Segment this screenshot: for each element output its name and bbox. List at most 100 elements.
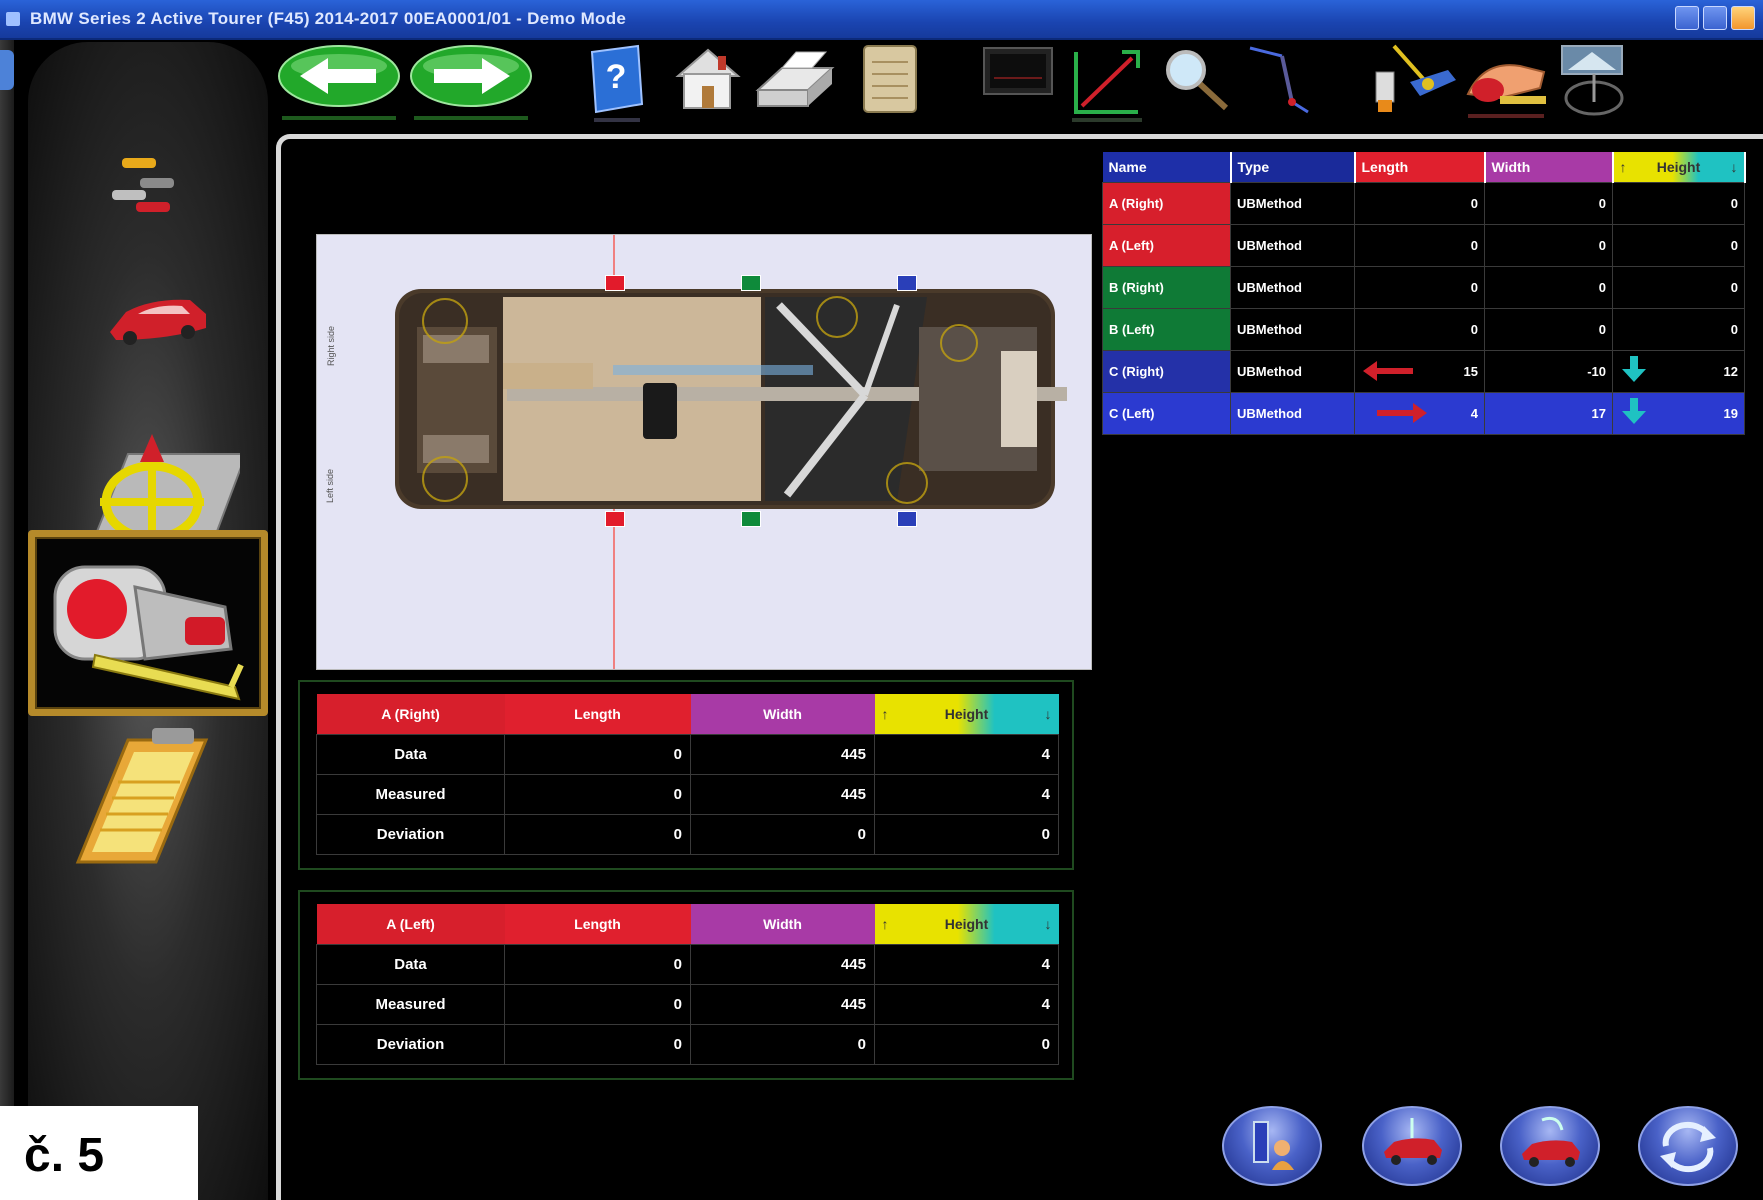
point-length: 0	[1354, 266, 1485, 309]
underbody-diagram[interactable]: Right side Left side	[316, 234, 1092, 670]
table-row[interactable]: A (Left) UBMethod 0 0 0	[1102, 224, 1745, 267]
col-header-length[interactable]: Length	[1354, 152, 1486, 183]
value-length: 0	[504, 1024, 691, 1065]
point-length: 4	[1354, 392, 1485, 435]
height-up-arrow-icon: ↑	[881, 706, 889, 722]
sidebar-item-report[interactable]	[56, 722, 240, 872]
col-header-height[interactable]: ↑ Height ↓	[1612, 152, 1746, 183]
side-label-right: Right side	[326, 325, 337, 367]
value-width: 445	[690, 734, 875, 775]
help-button[interactable]: ?	[586, 42, 648, 126]
print-icon	[755, 51, 835, 107]
vehicle-icon	[110, 299, 206, 345]
point-height: 0	[1612, 224, 1745, 267]
row-label: Data	[316, 734, 505, 775]
report-clipboard-icon	[75, 728, 209, 864]
point-width: 0	[1484, 182, 1613, 225]
row-label: Data	[316, 944, 505, 985]
detail-table-header: A (Right) Length Width ↑ Height ↓	[316, 694, 1059, 735]
value-height: 4	[874, 734, 1059, 775]
point-length-value: 4	[1470, 406, 1478, 421]
marker-a-right[interactable]	[605, 275, 625, 291]
length-deviation-arrow-icon	[1377, 403, 1427, 423]
value-width: 445	[690, 944, 875, 985]
table-row: Measured 0 445 4	[316, 984, 1059, 1025]
detail-table-a-left: A (Left) Length Width ↑ Height ↓ Data 0 …	[316, 904, 1059, 1065]
value-length: 0	[504, 734, 691, 775]
point-width: -10	[1484, 350, 1613, 393]
forward-icon	[410, 45, 532, 120]
notes-button[interactable]	[854, 42, 924, 126]
marker-b-left[interactable]	[741, 511, 761, 527]
point-name: B (Left)	[1102, 308, 1231, 351]
home-button[interactable]	[672, 42, 742, 126]
maximize-icon[interactable]	[1703, 6, 1727, 30]
col-header-name[interactable]: Name	[1102, 152, 1232, 183]
close-icon[interactable]	[1731, 6, 1755, 30]
detail-table-a-right: A (Right) Length Width ↑ Height ↓ Data 0…	[316, 694, 1059, 855]
point-name: C (Left)	[1102, 392, 1231, 435]
height-deviation-arrow-icon	[1622, 398, 1646, 424]
point-type: UBMethod	[1230, 308, 1355, 351]
car-lift-button[interactable]	[1362, 1106, 1462, 1186]
sidebar-item-measurement[interactable]	[28, 530, 268, 716]
detail-height-label: Height	[944, 706, 989, 722]
table-row[interactable]: B (Left) UBMethod 0 0 0	[1102, 308, 1745, 351]
measure-diagonal-button[interactable]	[1066, 42, 1148, 126]
bracket-tool-icon	[1375, 44, 1456, 112]
sidebar-item-vehicle-selection[interactable]	[56, 98, 240, 248]
height-header-label: Height	[1656, 159, 1701, 175]
row-label: Deviation	[316, 814, 505, 855]
camera-target-button[interactable]	[1554, 42, 1628, 126]
scroll-handle[interactable]	[0, 50, 14, 90]
tape-measure-button[interactable]	[1460, 42, 1552, 126]
row-label: Measured	[316, 774, 505, 815]
point-length-value: 15	[1463, 364, 1478, 379]
minimize-icon[interactable]	[1675, 6, 1699, 30]
back-button[interactable]	[276, 42, 402, 126]
marker-c-right[interactable]	[897, 275, 917, 291]
zoom-button[interactable]	[1158, 42, 1232, 126]
operator-button[interactable]	[1222, 1106, 1322, 1186]
app-icon[interactable]	[6, 12, 20, 26]
detail-point-name: A (Right)	[316, 694, 505, 735]
back-icon	[278, 45, 400, 120]
value-height: 0	[874, 1024, 1059, 1065]
point-name: A (Right)	[1102, 182, 1231, 225]
marker-c-left[interactable]	[897, 511, 917, 527]
detail-col-width: Width	[690, 904, 875, 945]
point-height: 0	[1612, 266, 1745, 309]
monitor-icon	[983, 47, 1053, 95]
col-header-type[interactable]: Type	[1230, 152, 1356, 183]
table-row[interactable]: A (Right) UBMethod 0 0 0	[1102, 182, 1745, 225]
table-row[interactable]: B (Right) UBMethod 0 0 0	[1102, 266, 1745, 309]
sidebar-item-vehicle[interactable]	[56, 236, 240, 386]
value-height: 0	[874, 814, 1059, 855]
refresh-icon	[1660, 1121, 1716, 1173]
table-row: Measured 0 445 4	[316, 774, 1059, 815]
point-height: 12	[1612, 350, 1745, 393]
row-label: Deviation	[316, 1024, 505, 1065]
marker-a-left[interactable]	[605, 511, 625, 527]
monitor-button[interactable]	[980, 42, 1056, 126]
camera-target-icon	[1561, 45, 1624, 116]
print-button[interactable]	[752, 42, 836, 126]
point-width: 0	[1484, 266, 1613, 309]
value-length: 0	[504, 944, 691, 985]
marker-b-right[interactable]	[741, 275, 761, 291]
sidebar-item-reference-points[interactable]	[56, 394, 248, 544]
refresh-button[interactable]	[1638, 1106, 1738, 1186]
col-header-width[interactable]: Width	[1484, 152, 1614, 183]
bracket-tool-button[interactable]	[1370, 42, 1462, 126]
window-title: BMW Series 2 Active Tourer (F45) 2014-20…	[30, 9, 627, 28]
car-reset-button[interactable]	[1500, 1106, 1600, 1186]
value-width: 0	[690, 1024, 875, 1065]
table-row: Data 0 445 4	[316, 944, 1059, 985]
height-deviation-arrow-icon	[1622, 356, 1646, 382]
forward-button[interactable]	[408, 42, 534, 126]
home-icon	[675, 48, 741, 109]
table-row-selected[interactable]: C (Left) UBMethod 4 17 19	[1102, 392, 1745, 435]
table-row[interactable]: C (Right) UBMethod 15 -10 12	[1102, 350, 1745, 393]
row-label: Measured	[316, 984, 505, 1025]
probe-button[interactable]	[1242, 42, 1322, 126]
